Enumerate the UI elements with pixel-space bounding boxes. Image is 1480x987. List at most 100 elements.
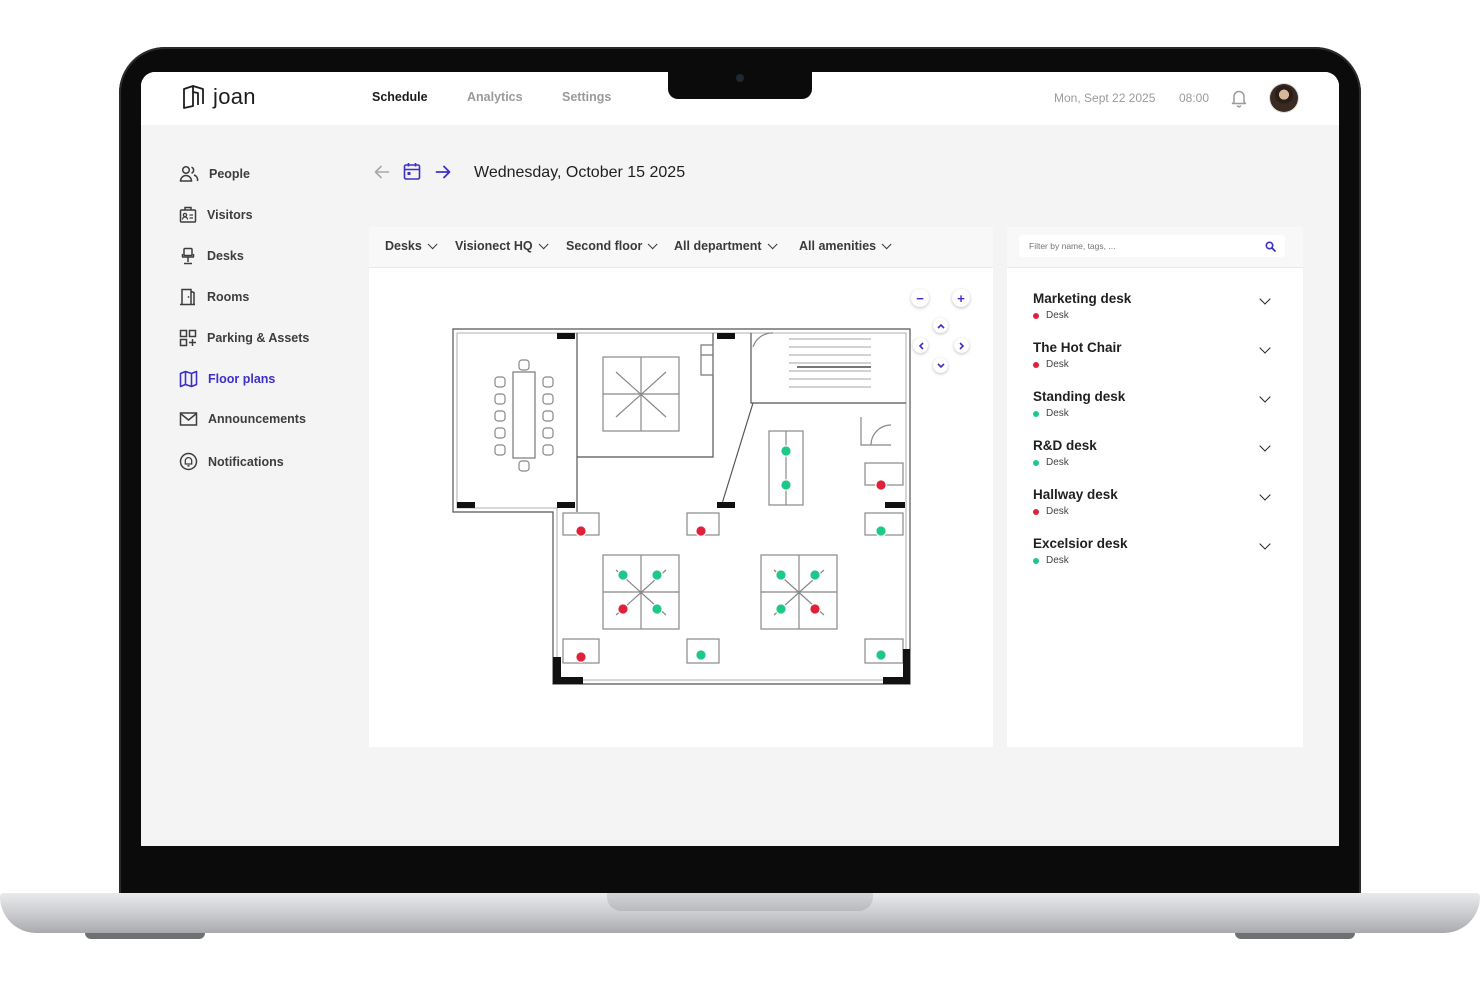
desk-marker-occupied[interactable] [695,525,707,537]
desk-chair-icon [181,247,195,265]
desk-list-item[interactable]: Hallway desk Desk [1033,487,1283,527]
chevron-down-icon [881,239,892,250]
desk-marker-available[interactable] [875,649,887,661]
desk-marker-available[interactable] [780,445,792,457]
chevron-down-icon[interactable] [1259,440,1271,452]
bell-icon[interactable] [1230,88,1248,108]
zoom-in-button[interactable]: + [952,289,970,307]
tab-schedule[interactable]: Schedule [372,90,428,104]
sidebar-item-notifications[interactable]: Notifications [179,452,284,471]
status-dot-available [1033,459,1039,466]
desk-type: Desk [1046,408,1069,419]
tab-analytics[interactable]: Analytics [467,90,523,104]
sidebar-item-label: People [209,167,250,181]
user-avatar[interactable] [1270,84,1298,112]
pan-down-button[interactable] [933,358,948,373]
desk-type: Desk [1046,359,1069,370]
desk-marker-occupied[interactable] [617,603,629,615]
desk-name: Hallway desk [1033,487,1118,502]
filter-label: All department [674,239,762,253]
sidebar-item-label: Announcements [208,412,306,426]
floor-plan-walls [452,328,911,685]
desk-marker-available[interactable] [809,569,821,581]
desk-marker-available[interactable] [617,569,629,581]
sidebar-item-label: Parking & Assets [207,331,310,345]
zoom-out-button[interactable]: − [911,289,929,307]
chevron-down-icon[interactable] [1259,489,1271,501]
current-time: 08:00 [1179,91,1210,105]
desk-marker-occupied[interactable] [575,651,587,663]
desk-type: Desk [1046,457,1069,468]
desk-list-item[interactable]: R&D desk Desk [1033,438,1283,478]
desk-status: Desk [1033,555,1069,566]
filter-label: Desks [385,239,422,253]
floor-plan-pillars [457,333,910,684]
desk-marker-available[interactable] [651,603,663,615]
desk-marker-available[interactable] [875,525,887,537]
desk-type: Desk [1046,310,1069,321]
chevron-up-icon [936,323,945,329]
desk-type: Desk [1046,555,1069,566]
sidebar-item-parking-assets[interactable]: Parking & Assets [179,329,309,347]
sidebar-item-label: Notifications [208,454,284,469]
desk-marker-available[interactable] [695,649,707,661]
sidebar-item-floor-plans[interactable]: Floor plans [179,370,275,388]
sidebar-item-label: Desks [207,249,244,263]
filter-amenities[interactable]: All amenities [799,239,892,253]
desk-marker-available[interactable] [775,603,787,615]
chevron-down-icon[interactable] [1259,391,1271,403]
desk-list-item[interactable]: Standing desk Desk [1033,389,1283,429]
pan-up-button[interactable] [933,318,948,333]
desk-status: Desk [1033,359,1069,370]
chevron-right-icon [958,341,964,350]
search-input[interactable] [1019,235,1285,257]
arrow-right-icon[interactable] [434,163,452,181]
sidebar-item-label: Rooms [207,290,250,304]
filter-resource-type[interactable]: Desks [385,239,438,253]
sidebar-item-people[interactable]: People [179,165,250,183]
sidebar-item-visitors[interactable]: Visitors [179,206,253,224]
floor-plan-map[interactable] [451,327,913,689]
sidebar-item-announcements[interactable]: Announcements [179,411,306,427]
desk-status: Desk [1033,457,1069,468]
desk-marker-occupied[interactable] [809,603,821,615]
filter-department[interactable]: All department [674,239,778,253]
calendar-icon[interactable] [403,162,421,181]
desk-list-item[interactable]: The Hot Chair Desk [1033,340,1283,380]
filter-location[interactable]: Visionect HQ [455,239,549,253]
desk-list-item[interactable]: Excelsior desk Desk [1033,536,1283,576]
desk-marker-available[interactable] [651,569,663,581]
arrow-left-icon[interactable] [373,163,391,181]
chevron-down-icon[interactable] [1259,538,1271,550]
desk-marker-occupied[interactable] [575,525,587,537]
desk-list-panel: Marketing desk Desk The Hot Chair Desk S… [1007,227,1303,747]
filter-floor[interactable]: Second floor [566,239,658,253]
desk-type: Desk [1046,506,1069,517]
app-logo[interactable]: joan [181,84,256,110]
app-screen: joan Schedule Analytics Settings Mon, Se… [141,72,1339,846]
desk-marker-available[interactable] [780,479,792,491]
camera-icon [736,74,744,82]
chevron-down-icon [767,239,778,250]
status-dot-available [1033,410,1039,417]
desk-markers [575,445,887,663]
tab-settings[interactable]: Settings [562,90,611,104]
sidebar-item-desks[interactable]: Desks [179,247,244,265]
laptop-foot-left [85,933,205,939]
pan-left-button[interactable] [913,338,928,353]
sidebar-item-label: Visitors [207,208,253,222]
filter-bar: Desks Visionect HQ Second floor All depa… [369,227,993,268]
chevron-down-icon [936,362,945,368]
desk-list-item[interactable]: Marketing desk Desk [1033,291,1283,331]
chevron-down-icon[interactable] [1259,293,1271,305]
chevron-down-icon[interactable] [1259,342,1271,354]
floor-plan-panel: Desks Visionect HQ Second floor All depa… [369,227,993,747]
laptop-foot-right [1235,933,1355,939]
door-icon [180,288,195,306]
chevron-down-icon [427,239,438,250]
desk-marker-available[interactable] [775,569,787,581]
desk-marker-occupied[interactable] [875,479,887,491]
search-icon[interactable] [1265,241,1276,252]
sidebar-item-rooms[interactable]: Rooms [179,288,249,306]
pan-right-button[interactable] [954,338,969,353]
